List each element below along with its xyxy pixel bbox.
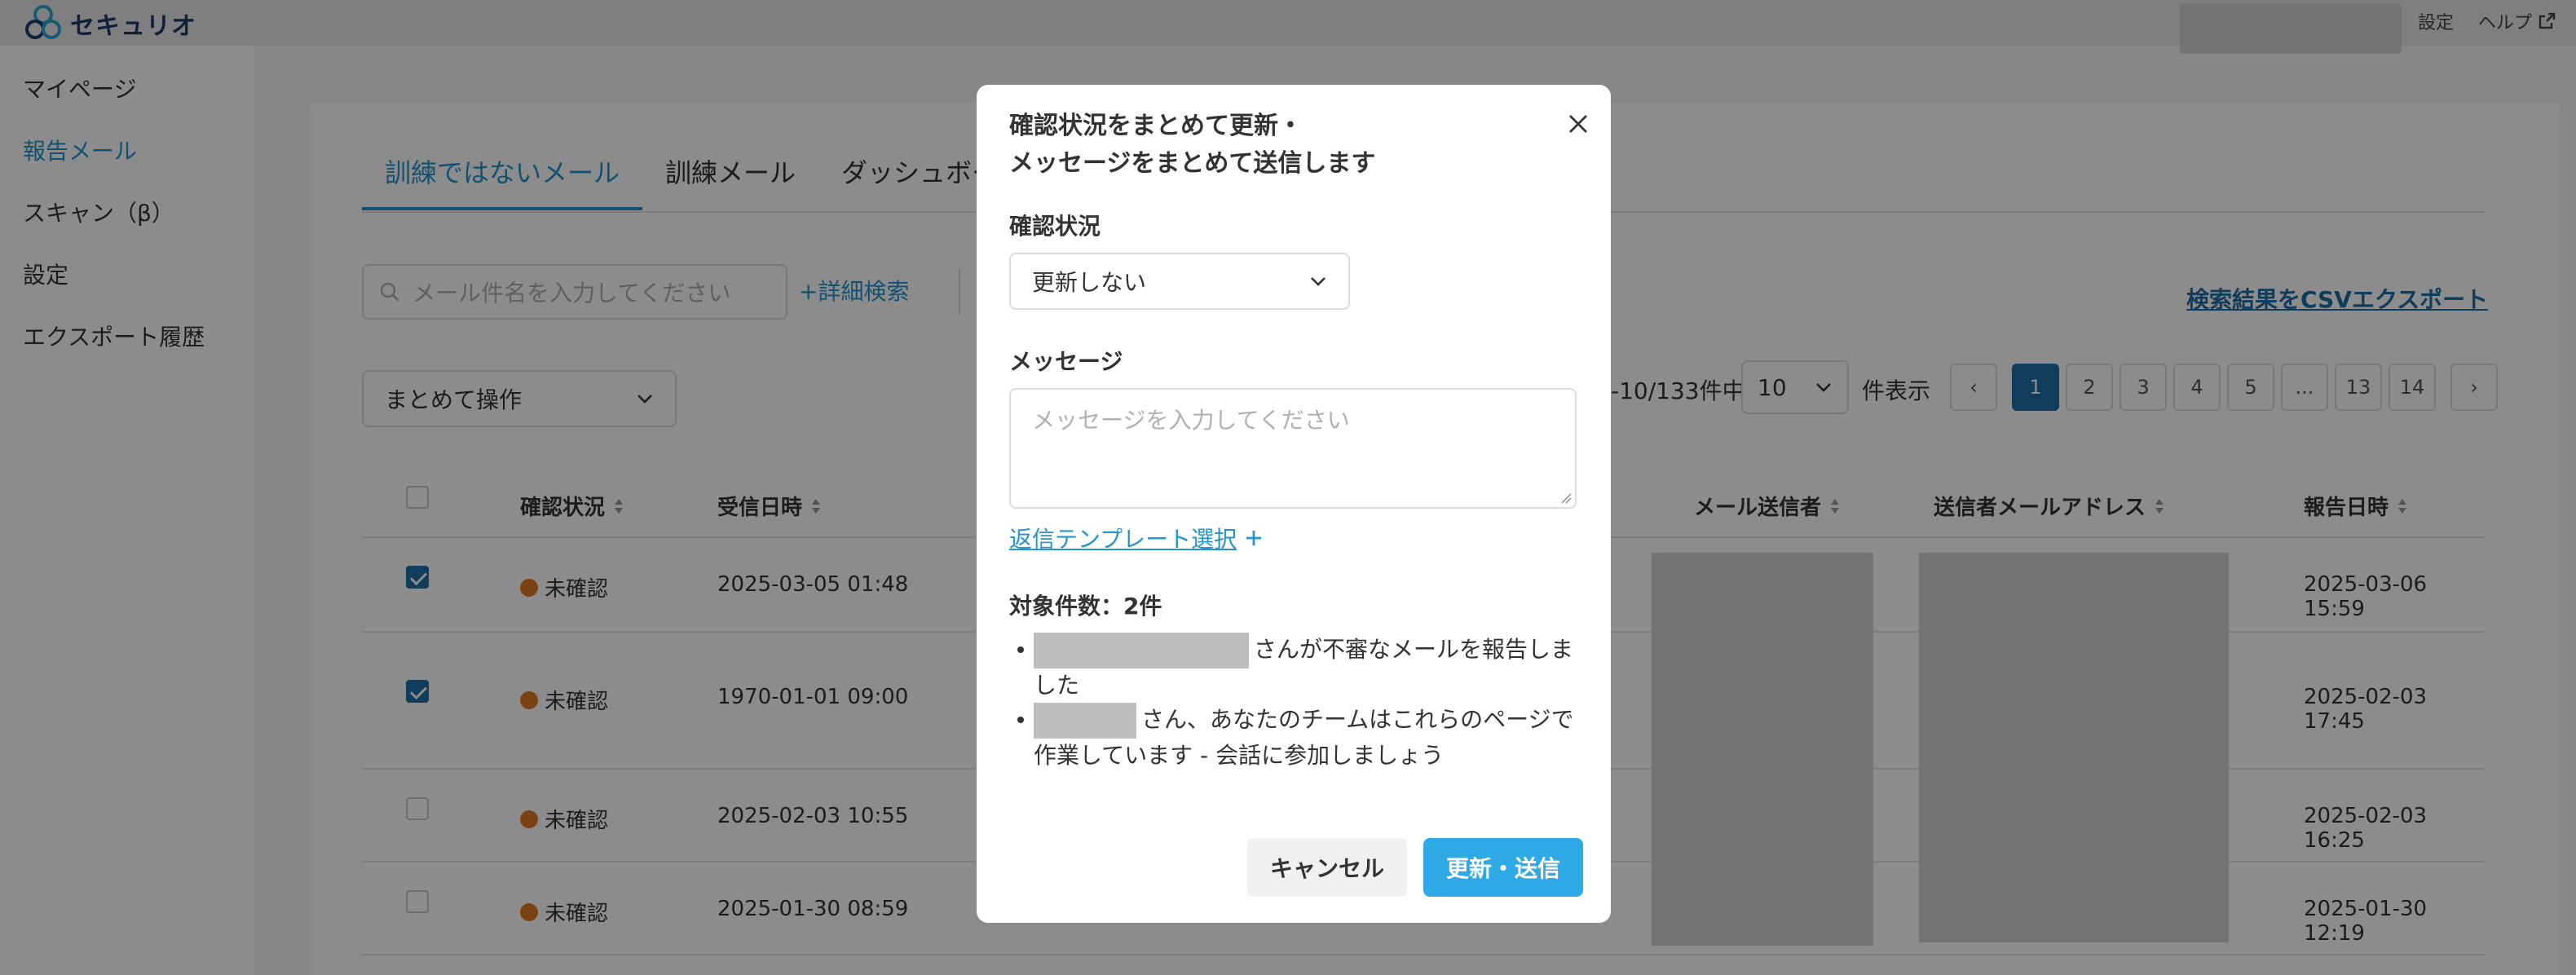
reply-template-link[interactable]: 返信テンプレート選択 (1009, 522, 1263, 554)
cancel-button[interactable]: キャンセル (1247, 838, 1407, 897)
target-text: さん、あなたのチームはこれらのページで (1141, 706, 1574, 733)
dialog-title-line: 確認状況をまとめて更新・ (1009, 112, 1303, 140)
message-placeholder: メッセージを入力してください (1032, 407, 1350, 434)
plus-icon (1246, 531, 1262, 545)
bulk-update-dialog: 確認状況をまとめて更新・ メッセージをまとめて送信します 確認状況 更新しない … (977, 85, 1611, 923)
close-icon (1569, 115, 1587, 133)
close-button[interactable] (1560, 106, 1596, 142)
list-item: さん、あなたのチームはこれらのページで 作業しています - 会話に参加しましょう (1009, 703, 1580, 773)
status-field-label: 確認状況 (1009, 213, 1101, 240)
reply-template-label: 返信テンプレート選択 (1009, 526, 1237, 553)
target-text: さんが不審なメールを報告しま (1254, 636, 1574, 663)
list-item: さんが不審なメールを報告しま した (1009, 633, 1580, 703)
target-count: 対象件数：2件 (1009, 593, 1162, 620)
target-list: さんが不審なメールを報告しま した さん、あなたのチームはこれらのページで 作業… (1009, 633, 1580, 773)
dialog-title-line: メッセージをまとめて送信します (1009, 149, 1376, 178)
target-text: 作業しています - 会話に参加しましょう (1034, 742, 1445, 769)
dialog-title: 確認状況をまとめて更新・ メッセージをまとめて送信します (1009, 108, 1531, 183)
status-select[interactable]: 更新しない (1009, 253, 1350, 310)
status-select-value: 更新しない (1032, 269, 1147, 296)
bullet-icon (1017, 646, 1024, 653)
message-field-label: メッセージ (1009, 348, 1123, 375)
redacted-name (1034, 633, 1249, 668)
chevron-down-icon (1311, 277, 1325, 286)
update-send-button[interactable]: 更新・送信 (1423, 838, 1583, 897)
target-text: した (1034, 672, 1080, 699)
bullet-icon (1017, 717, 1024, 723)
resize-handle-icon[interactable] (1560, 492, 1572, 504)
message-textarea[interactable]: メッセージを入力してください (1009, 388, 1577, 509)
redacted-name (1034, 703, 1136, 739)
